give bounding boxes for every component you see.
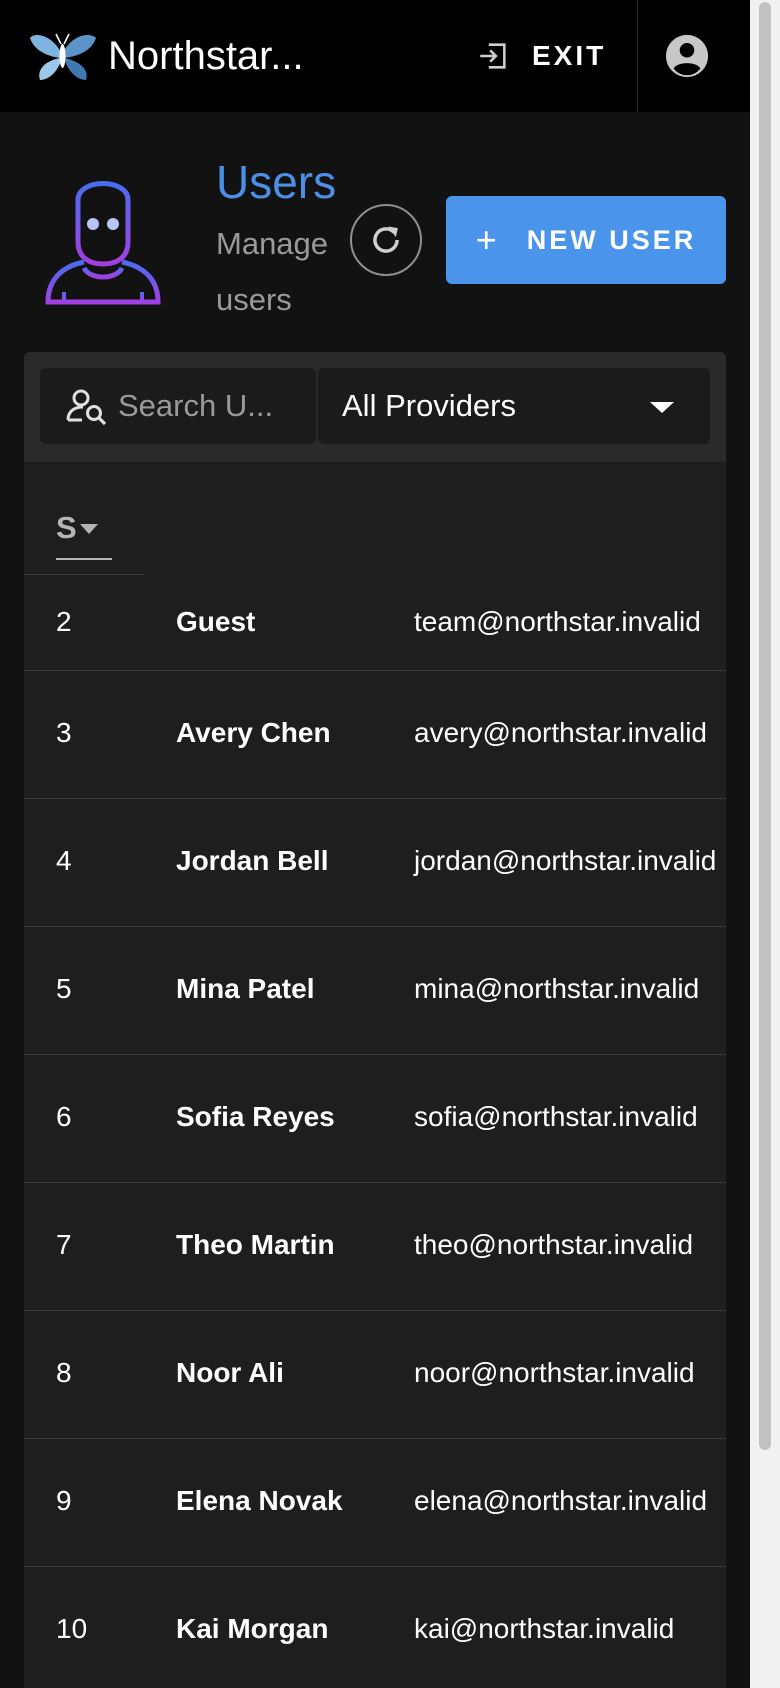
sort-column-header[interactable]: S (56, 510, 112, 545)
cell-email: theo@northstar.invalid (414, 1229, 694, 1260)
table-row[interactable]: 6 Sofia Reyes sofia@northstar.invalid (24, 1055, 726, 1183)
exit-button[interactable]: EXIT (476, 30, 616, 82)
scrollbar-thumb[interactable] (759, 2, 771, 1450)
table-row[interactable]: 4 Jordan Bell jordan@northstar.invalid (24, 799, 726, 927)
cell-id: 2 (56, 606, 72, 637)
cell-name: Mina Patel (176, 973, 315, 1004)
exit-label: EXIT (532, 40, 607, 71)
cell-id: 5 (56, 973, 72, 1004)
cell-name: Theo Martin (176, 1229, 335, 1260)
cell-email: jordan@northstar.invalid (414, 845, 717, 876)
account-circle-icon[interactable] (664, 33, 710, 79)
dropdown-caret-icon (650, 402, 674, 413)
table-row[interactable]: 5 Mina Patel mina@northstar.invalid (24, 927, 726, 1055)
cell-email: sofia@northstar.invalid (414, 1101, 698, 1132)
cell-id: 8 (56, 1357, 72, 1388)
plus-icon: + (475, 219, 497, 260)
exit-icon (480, 43, 506, 69)
page-scrollbar[interactable] (750, 0, 780, 1688)
cell-name: Jordan Bell (176, 845, 329, 876)
cell-name: Guest (176, 606, 256, 637)
cell-email: avery@northstar.invalid (414, 717, 708, 748)
brand-name: Northstar... (108, 34, 304, 78)
search-input[interactable] (118, 388, 278, 424)
cell-email: noor@northstar.invalid (414, 1357, 695, 1388)
search-field[interactable] (40, 368, 316, 444)
users-table-card: All Providers S 2 Guest team@northstar.i… (24, 352, 726, 1688)
sort-column-label: S (56, 510, 77, 545)
topbar-divider (637, 0, 638, 112)
sort-header-underline (56, 558, 112, 560)
table-header-row: S (24, 462, 726, 576)
cell-email: kai@northstar.invalid (414, 1613, 675, 1644)
header-divider (24, 574, 144, 575)
page-title: Users (216, 156, 337, 208)
user-avatar-illustration-icon (45, 181, 161, 305)
table-row[interactable]: 2 Guest team@northstar.invalid (24, 576, 726, 671)
cell-name: Sofia Reyes (176, 1101, 335, 1132)
provider-select[interactable]: All Providers (318, 368, 710, 444)
table-row[interactable]: 3 Avery Chen avery@northstar.invalid (24, 671, 726, 799)
table-row[interactable]: 7 Theo Martin theo@northstar.invalid (24, 1183, 726, 1311)
cell-name: Noor Ali (176, 1357, 284, 1388)
table-row[interactable]: 9 Elena Novak elena@northstar.invalid (24, 1439, 726, 1567)
cell-name: Kai Morgan (176, 1613, 329, 1644)
cell-id: 7 (56, 1229, 72, 1260)
new-user-button[interactable]: + NEW USER (446, 196, 726, 284)
cell-email: team@northstar.invalid (414, 606, 701, 637)
table-body: 2 Guest team@northstar.invalid 3 Avery C… (24, 576, 726, 1688)
refresh-icon (373, 226, 399, 253)
provider-select-value: All Providers (342, 388, 516, 423)
table-row[interactable]: 10 Kai Morgan kai@northstar.invalid (24, 1567, 726, 1688)
cell-name: Elena Novak (176, 1485, 343, 1516)
cell-id: 9 (56, 1485, 72, 1516)
cell-email: mina@northstar.invalid (414, 973, 700, 1004)
cell-id: 3 (56, 717, 72, 748)
page-subtitle: Manage users (216, 226, 329, 317)
user-search-icon (66, 389, 107, 426)
app-root: Northstar... EXIT Users Manage users + N… (0, 0, 780, 1688)
butterfly-logo-icon (30, 33, 96, 80)
cell-id: 6 (56, 1101, 72, 1132)
sort-down-icon (80, 524, 98, 534)
cell-id: 10 (56, 1613, 88, 1644)
new-user-label: NEW USER (526, 224, 697, 255)
cell-id: 4 (56, 845, 72, 876)
filter-toolbar: All Providers (24, 352, 726, 462)
table-row[interactable]: 8 Noor Ali noor@northstar.invalid (24, 1311, 726, 1439)
cell-email: elena@northstar.invalid (414, 1485, 708, 1516)
refresh-button[interactable] (350, 204, 422, 276)
cell-name: Avery Chen (176, 717, 331, 748)
top-app-bar: Northstar... EXIT (0, 0, 750, 112)
